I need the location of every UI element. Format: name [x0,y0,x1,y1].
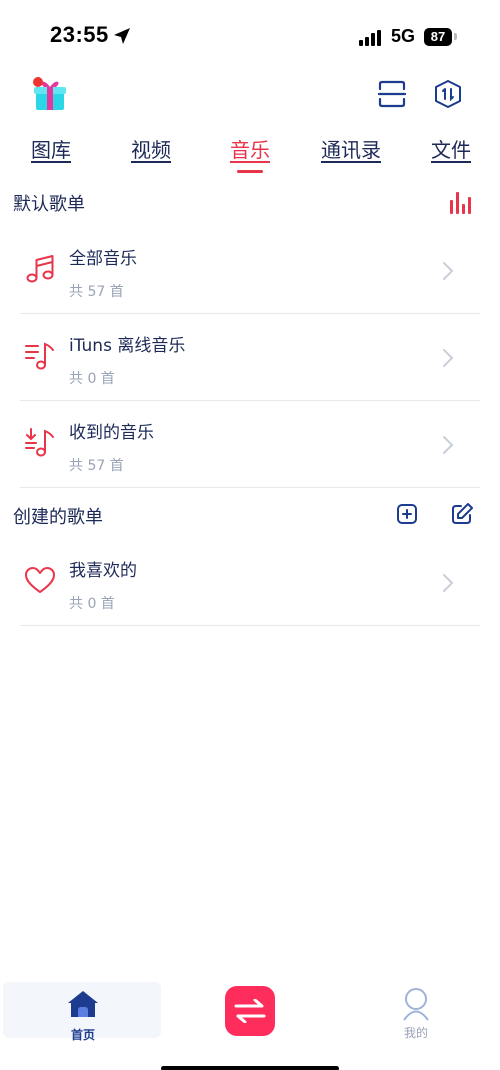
gift-icon[interactable] [32,76,68,116]
status-bar: 23:55 5G 87 [0,0,500,70]
playlist-count: 共 57 首 [69,458,124,474]
equalizer-icon[interactable] [449,190,475,218]
playlist-title: iTuns 离线音乐 [69,336,186,356]
row-divider [20,487,480,488]
battery-level: 87 [424,28,452,46]
status-time: 23:55 [50,22,109,47]
playlist-row-itunes-offline[interactable]: iTuns 离线音乐 共 0 首 [0,314,500,401]
scan-icon[interactable] [377,80,407,112]
network-type: 5G [391,26,416,46]
nav-mine-label: 我的 [403,1026,428,1040]
bottom-navigation: 首页 我的 [0,978,500,1070]
playlist-row-all-music[interactable]: 全部音乐 共 57 首 [0,227,500,314]
transfer-button[interactable] [225,986,275,1036]
created-playlists-title: 创建的歌单 [13,507,103,528]
battery-tip [454,33,457,40]
tab-gallery[interactable]: 图库 [31,134,71,163]
tab-video[interactable]: 视频 [131,134,171,163]
phone-transfer-icon[interactable] [434,79,462,113]
active-tab-indicator [237,170,263,173]
nav-mine[interactable]: 我的 [376,984,456,1044]
playlist-count: 共 57 首 [69,284,124,300]
playlist-row-received-music[interactable]: 收到的音乐 共 57 首 [0,401,500,488]
nav-home[interactable]: 首页 [3,982,161,1042]
row-divider [20,625,480,626]
playlist-title: 我喜欢的 [69,561,137,581]
edit-playlist-icon[interactable] [450,502,474,530]
playlist-title: 收到的音乐 [69,423,154,443]
chevron-right-icon [442,573,454,597]
chevron-right-icon [442,261,454,285]
music-note-icon [24,253,56,289]
chevron-right-icon [442,435,454,459]
playlist-row-favorites[interactable]: 我喜欢的 共 0 首 [0,539,500,626]
received-music-icon [24,427,56,463]
person-icon [402,987,430,1025]
playlist-count: 共 0 首 [69,371,115,387]
heart-icon [24,565,56,601]
playlist-title: 全部音乐 [69,249,137,269]
signal-icon [359,30,383,50]
tab-contacts[interactable]: 通讯录 [321,134,381,163]
playlist-icon [24,340,56,376]
nav-home-label: 首页 [70,1028,95,1042]
category-tabs: 图库 视频 音乐 通讯录 文件 [0,130,500,180]
tab-files[interactable]: 文件 [431,134,471,163]
default-playlists-title: 默认歌单 [13,194,85,215]
home-indicator [161,1066,339,1070]
add-playlist-icon[interactable] [396,503,418,529]
home-icon [67,990,99,1022]
chevron-right-icon [442,348,454,372]
tab-music[interactable]: 音乐 [230,134,270,163]
swap-arrows-icon [234,999,266,1023]
playlist-count: 共 0 首 [69,596,115,612]
location-arrow-icon [113,27,131,49]
